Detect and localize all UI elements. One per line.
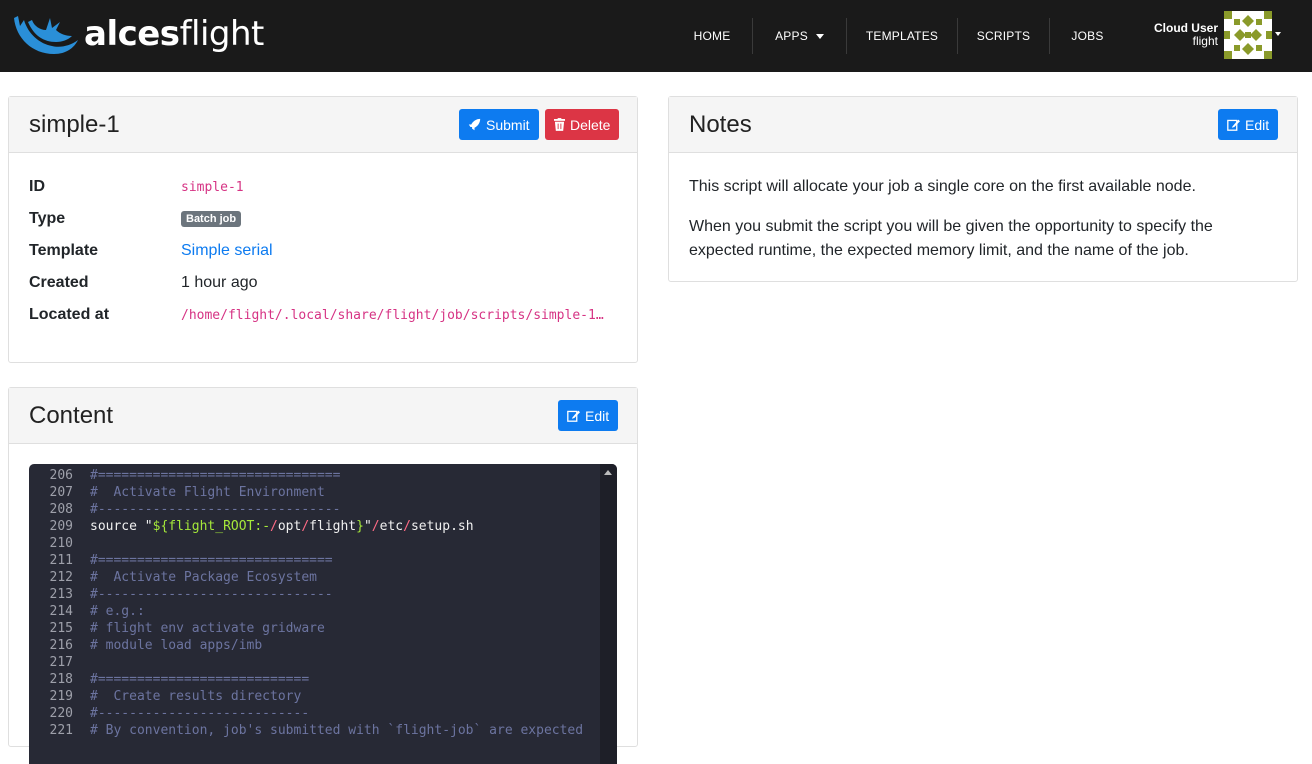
code-text: #===============================: [90, 468, 341, 483]
line-number: 219: [49, 689, 73, 704]
code-line: 214 # e.g.:: [29, 603, 617, 620]
edit-icon: [567, 410, 580, 422]
notes-title: Notes: [689, 111, 752, 138]
line-number: 208: [49, 502, 73, 517]
field-value: simple-1: [181, 180, 244, 195]
card-header: Notes Edit: [669, 97, 1297, 153]
line-number: 215: [49, 621, 73, 636]
code-text: #==============================: [90, 553, 333, 568]
code-editor[interactable]: 206 #=============================== 207 # …: [29, 464, 617, 764]
code-line: 215 # flight env activate gridware: [29, 620, 617, 637]
card-header: Content Edit: [9, 388, 637, 444]
field-label: Type: [29, 210, 66, 227]
field-label: Template: [29, 242, 99, 259]
type-badge: Batch job: [181, 211, 242, 227]
notes-paragraph: expected runtime, the expected memory li…: [689, 242, 1189, 259]
code-line: 221 # By convention, job's submitted with…: [29, 722, 617, 739]
code-text: #---------------------------: [90, 706, 310, 721]
card-header: simple-1 Submit Delete: [9, 97, 637, 153]
content-card: Content Edit 206 #=======================…: [8, 387, 638, 764]
line-number: 211: [49, 553, 73, 568]
code-text: # Activate Flight Environment: [90, 485, 325, 500]
field-value: Batch job: [181, 210, 242, 228]
chevron-down-icon: [815, 33, 824, 39]
field-value: 1 hour ago: [181, 274, 258, 291]
code-line: 207 # Activate Flight Environment: [29, 484, 617, 501]
code-text: #------------------------------: [90, 587, 333, 602]
line-number: 214: [49, 604, 73, 619]
main-nav: HOME APPS TEMPLATES SCRIPTS JOBS: [672, 18, 1125, 54]
field-label: Located at: [29, 306, 110, 323]
field-value: /home/flight/.local/share/flight/job/scr…: [181, 308, 604, 323]
code-text: # By convention, job's submitted with `f…: [90, 723, 584, 738]
code-line: 219 # Create results directory: [29, 688, 617, 705]
user-menu[interactable]: Cloud User flight: [1154, 11, 1281, 59]
line-number: 212: [49, 570, 73, 585]
code-line: 216 # module load apps/imb: [29, 637, 617, 654]
brand-logo[interactable]: alcesflight: [10, 8, 264, 60]
template-link[interactable]: Simple serial: [181, 242, 273, 260]
field-label: ID: [29, 178, 45, 195]
line-number: 207: [49, 485, 73, 500]
code-line: 206 #===============================: [29, 467, 617, 484]
scroll-up-icon[interactable]: [604, 470, 612, 475]
nav-templates[interactable]: TEMPLATES: [847, 18, 957, 54]
line-number: 218: [49, 672, 73, 687]
code-text: #===========================: [90, 672, 310, 687]
code-text: # flight env activate gridware: [90, 621, 325, 636]
code-line: 213 #------------------------------: [29, 586, 617, 603]
edit-content-button[interactable]: Edit: [558, 400, 619, 431]
brand-name: alcesflight: [84, 14, 264, 54]
line-number: 210: [49, 536, 73, 551]
top-navbar: alcesflight HOME APPS TEMPLATES SCRIPTS …: [0, 0, 1312, 72]
line-number: 220: [49, 706, 73, 721]
edit-icon: [1227, 119, 1240, 131]
code-text: # module load apps/imb: [90, 638, 263, 653]
code-line: 220 #---------------------------: [29, 705, 617, 722]
code-text: #-------------------------------: [90, 502, 341, 517]
notes-paragraph: This script will allocate your job a sin…: [689, 178, 1196, 195]
code-line: 210: [29, 535, 617, 552]
code-lines: 206 #=============================== 207 # …: [29, 464, 617, 739]
edit-notes-button[interactable]: Edit: [1218, 109, 1279, 140]
code-line: 208 #-------------------------------: [29, 501, 617, 518]
user-username: flight: [1192, 34, 1218, 48]
code-line: 209 source "${flight_ROOT:-/opt/flight}"/…: [29, 518, 617, 535]
nav-apps[interactable]: APPS: [753, 18, 846, 54]
code-text: source "${flight_ROOT:-/opt/flight}"/etc…: [90, 519, 474, 534]
chevron-down-icon: [1275, 32, 1281, 36]
content-title: Content: [29, 402, 114, 429]
script-title: simple-1: [29, 111, 120, 138]
notes-paragraph: When you submit the script you will be g…: [689, 218, 1213, 235]
line-number: 221: [49, 723, 73, 738]
nav-jobs[interactable]: JOBS: [1050, 18, 1125, 54]
delete-button[interactable]: Delete: [545, 109, 620, 140]
line-number: 217: [49, 655, 73, 670]
scrollbar[interactable]: [600, 464, 617, 764]
code-text: # Create results directory: [90, 689, 302, 704]
antler-logo-icon: [14, 16, 78, 54]
code-line: 211 #==============================: [29, 552, 617, 569]
line-number: 216: [49, 638, 73, 653]
line-number: 209: [49, 519, 73, 534]
code-line: 218 #===========================: [29, 671, 617, 688]
nav-home[interactable]: HOME: [672, 18, 752, 54]
code-text: # Activate Package Ecosystem: [90, 570, 317, 585]
script-details-card: simple-1 Submit Delete ID simple-1 Type …: [8, 96, 638, 363]
line-number: 213: [49, 587, 73, 602]
submit-button[interactable]: Submit: [459, 109, 539, 140]
field-label: Created: [29, 274, 89, 291]
rocket-icon: [468, 118, 481, 131]
user-info: Cloud User flight: [1154, 22, 1218, 48]
line-number: 206: [49, 468, 73, 483]
trash-icon: [554, 118, 565, 131]
avatar: [1224, 11, 1272, 59]
notes-card: Notes Edit This script will allocate you…: [668, 96, 1298, 282]
code-text: # e.g.:: [90, 604, 145, 619]
code-line: 212 # Activate Package Ecosystem: [29, 569, 617, 586]
nav-scripts[interactable]: SCRIPTS: [958, 18, 1049, 54]
code-line: 217: [29, 654, 617, 671]
